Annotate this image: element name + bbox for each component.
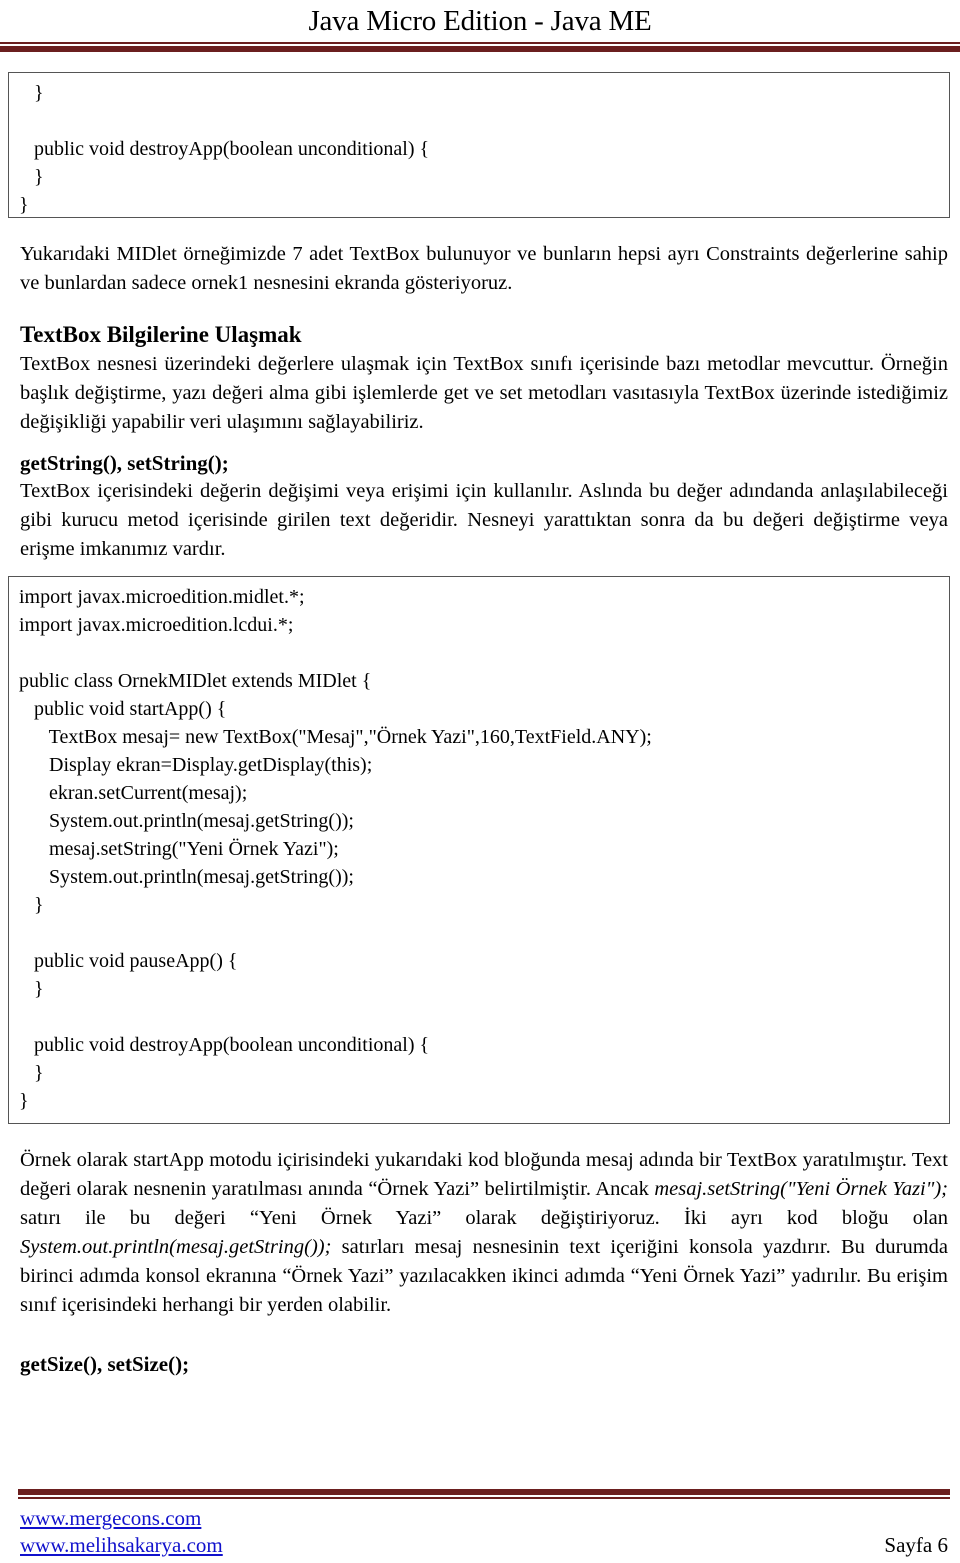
- paragraph-section-body: TextBox nesnesi üzerindeki değerlere ula…: [20, 353, 948, 433]
- code-block-continuation: } public void destroyApp(boolean uncondi…: [8, 72, 950, 218]
- heading-getstring-setstring: getString(), setString();: [20, 451, 229, 475]
- heading-textbox-bilgilerine-ulasmak: TextBox Bilgilerine Ulaşmak: [20, 322, 302, 347]
- document-header: Java Micro Edition - Java ME: [0, 0, 960, 52]
- explanation-text-part-2: satırı ile bu değeri “Yeni Örnek Yazi” o…: [20, 1207, 948, 1229]
- paragraph-explanation: Örnek olarak startApp motodu içirisindek…: [20, 1146, 948, 1320]
- document-footer: www.mergecons.com www.melihsakarya.com S…: [0, 1489, 960, 1563]
- paragraph-intro: Yukarıdaki MIDlet örneğimizde 7 adet Tex…: [20, 243, 948, 294]
- footer-divider-thin-line: [18, 1497, 950, 1499]
- paragraph-getstring-description: TextBox içerisindeki değerin değişimi ve…: [20, 480, 948, 560]
- code-block-ornekmidlet: import javax.microedition.midlet.*; impo…: [8, 576, 950, 1124]
- page-number-label: Sayfa 6: [884, 1533, 948, 1557]
- inline-code-setstring: mesaj.setString("Yeni Örnek Yazi");: [654, 1178, 949, 1200]
- link-mergecons[interactable]: www.mergecons.com: [20, 1505, 223, 1532]
- header-divider: [0, 42, 960, 52]
- header-divider-thick-line: [0, 46, 960, 52]
- footer-row: www.mergecons.com www.melihsakarya.com S…: [20, 1505, 948, 1559]
- inline-code-println: System.out.println(mesaj.getString());: [20, 1236, 332, 1258]
- document-page: Java Micro Edition - Java ME } public vo…: [0, 0, 960, 1563]
- footer-links: www.mergecons.com www.melihsakarya.com: [20, 1505, 223, 1559]
- page-title: Java Micro Edition - Java ME: [308, 5, 652, 37]
- link-melihsakarya[interactable]: www.melihsakarya.com: [20, 1532, 223, 1559]
- heading-getsize-setsize: getSize(), setSize();: [20, 1352, 190, 1376]
- footer-divider: [18, 1489, 950, 1499]
